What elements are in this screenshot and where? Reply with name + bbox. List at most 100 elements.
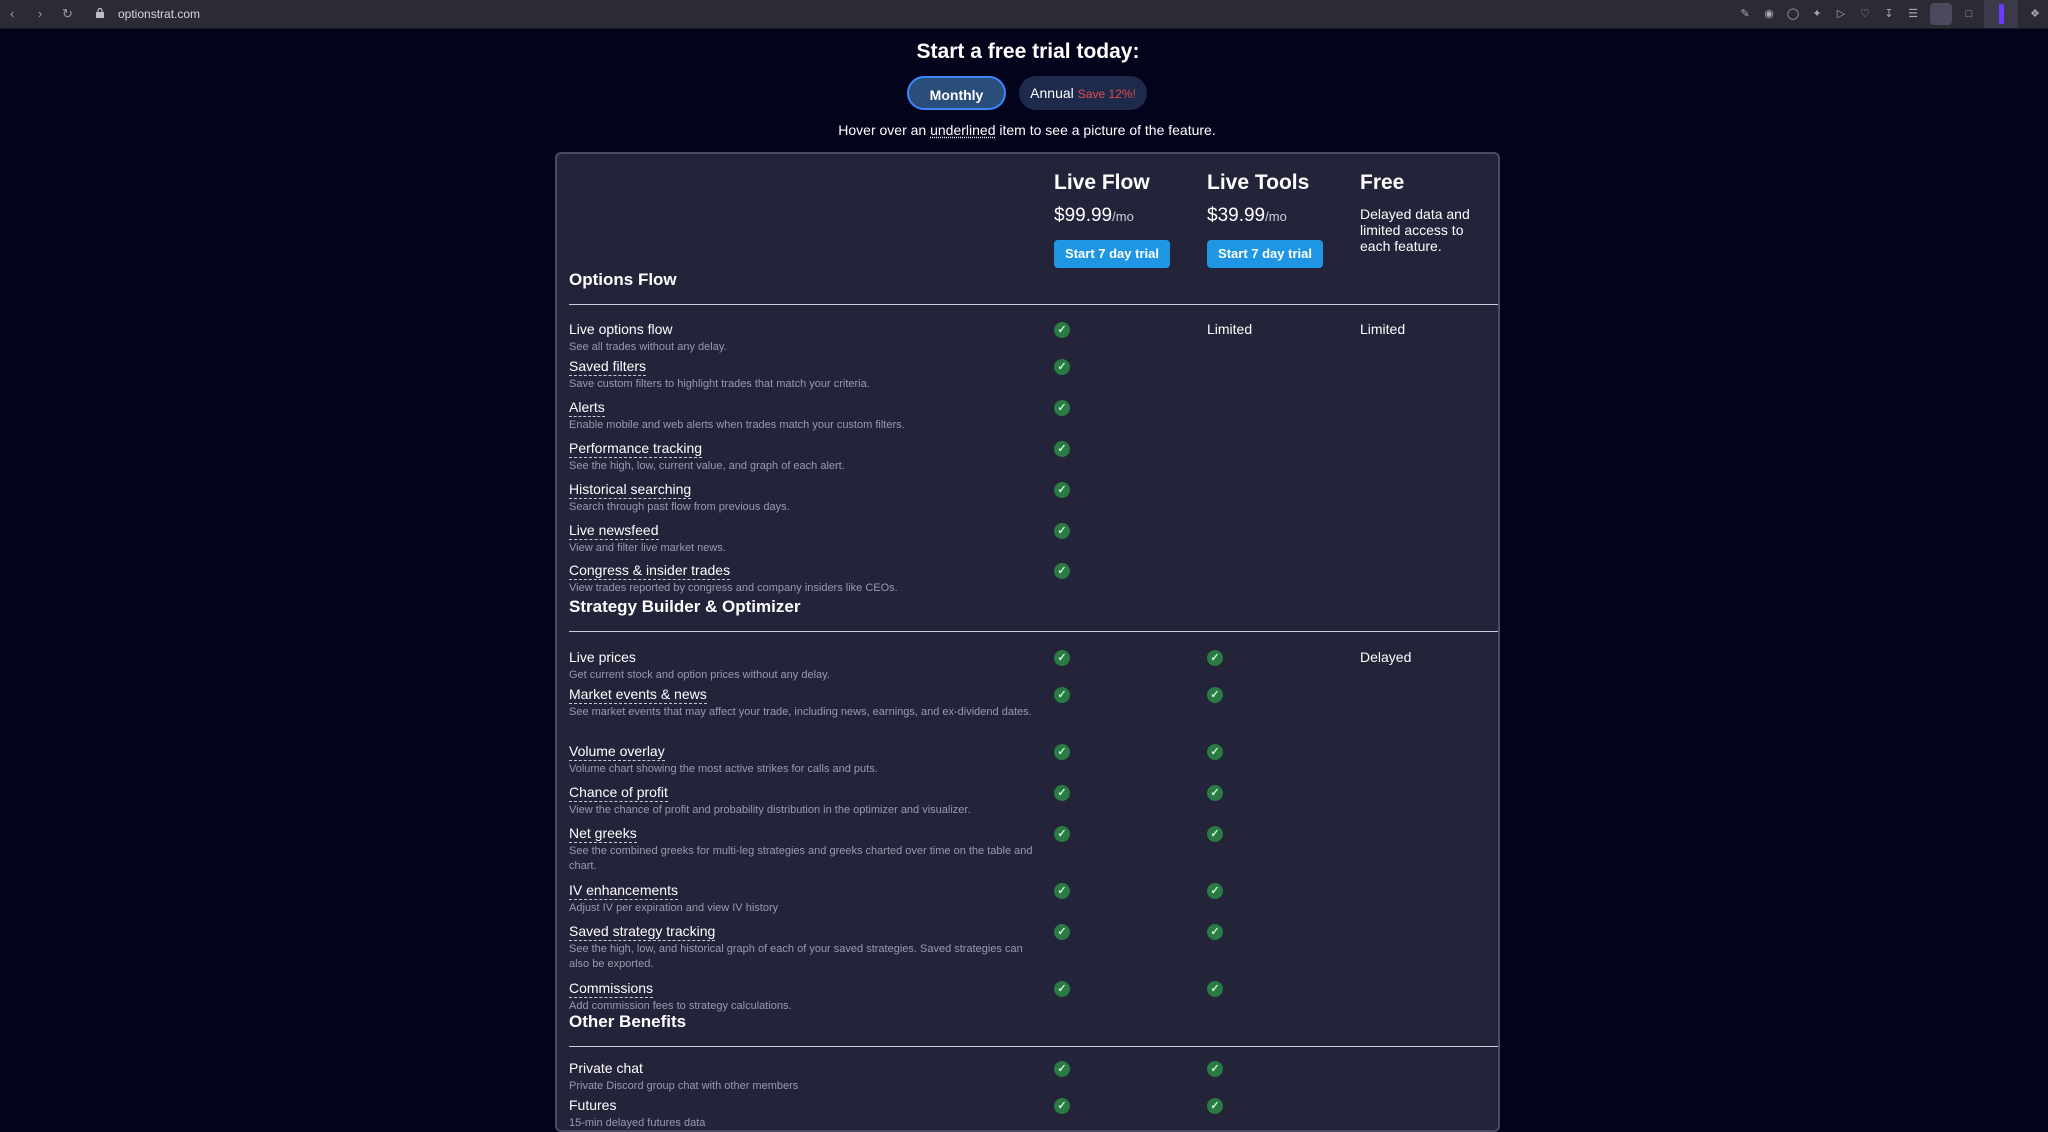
feature-description: See all trades without any delay. (569, 341, 727, 353)
feature-description: Get current stock and option prices with… (569, 669, 830, 681)
menu-icon[interactable]: ☰ (1906, 7, 1920, 21)
feature-description: View and filter live market news. (569, 542, 726, 554)
settings-icon[interactable]: ❖ (2028, 7, 2042, 21)
pricing-card: Live Flow $99.99/mo Start 7 day trial Li… (555, 152, 1500, 1132)
check-icon: ✓ (1054, 359, 1070, 375)
feature-description: Private Discord group chat with other me… (569, 1080, 799, 1092)
lock-icon (96, 8, 104, 18)
plan-price-amount: $39.99 (1207, 205, 1266, 226)
feature-name: Private chat (569, 1060, 643, 1076)
feature-row: Performance tracking See the high, low, c… (569, 439, 1039, 474)
feature-row: Live prices Get current stock and option … (569, 648, 1039, 683)
feature-name[interactable]: Congress & insider trades (569, 561, 731, 580)
feature-row: Saved strategy tracking See the high, low… (569, 922, 1039, 972)
plan-price-period: /mo (1112, 209, 1134, 224)
monthly-toggle[interactable]: Monthly (907, 76, 1006, 110)
shield-icon[interactable]: ◯ (1786, 7, 1800, 21)
plan-price: $99.99/mo (1054, 204, 1170, 229)
edit-icon[interactable]: ✎ (1738, 7, 1752, 21)
feature-row: Chance of profit View the chance of profi… (569, 783, 1039, 818)
section-divider (569, 1046, 1498, 1047)
sidebar-extension-icon[interactable] (1984, 0, 2018, 28)
plan-description: Delayed data and limited access to each … (1360, 206, 1470, 254)
check-icon: ✓ (1207, 883, 1223, 899)
feature-description: Enable mobile and web alerts when trades… (569, 419, 905, 431)
plan-name: Live Tools (1207, 171, 1310, 194)
download-icon[interactable]: ↧ (1882, 7, 1896, 21)
feature-row: Saved filters Save custom filters to high… (569, 357, 1039, 392)
feature-description: Save custom filters to highlight trades … (569, 378, 870, 390)
plan-cell-value: Delayed (1360, 649, 1412, 665)
feature-name[interactable]: Performance tracking (569, 439, 703, 458)
annual-toggle[interactable]: Annual Save 12%! (1019, 76, 1147, 110)
feature-row: Live newsfeed View and filter live market… (569, 521, 1039, 556)
feature-name[interactable]: Volume overlay (569, 742, 665, 761)
forward-icon[interactable]: › (38, 6, 42, 22)
hover-note: Hover over an underlined item to see a p… (0, 122, 2048, 138)
box-icon[interactable]: □ (1962, 7, 1976, 21)
check-icon: ✓ (1054, 744, 1070, 760)
feature-row: Live options flow See all trades without … (569, 320, 1039, 355)
feature-name[interactable]: Market events & news (569, 685, 707, 704)
check-icon: ✓ (1054, 785, 1070, 801)
feature-row: Net greeks See the combined greeks for mu… (569, 824, 1039, 874)
plan-cell-value: Limited (1207, 321, 1253, 337)
start-trial-button-live-tools[interactable]: Start 7 day trial (1207, 240, 1323, 268)
feature-description: Search through past flow from previous d… (569, 501, 790, 513)
start-trial-button-live-flow[interactable]: Start 7 day trial (1054, 240, 1170, 268)
feature-name: Live options flow (569, 321, 673, 337)
play-icon[interactable]: ▷ (1834, 7, 1848, 21)
feature-name[interactable]: IV enhancements (569, 881, 678, 900)
feature-description: See the combined greeks for multi-leg st… (569, 845, 1033, 872)
check-icon: ✓ (1054, 322, 1070, 338)
feature-row: Volume overlay Volume chart showing the m… (569, 742, 1039, 777)
check-icon: ✓ (1054, 981, 1070, 997)
check-icon: ✓ (1054, 687, 1070, 703)
check-icon: ✓ (1207, 981, 1223, 997)
feature-description: See the high, low, and historical graph … (569, 943, 1023, 970)
feature-row: Commissions Add commission fees to strate… (569, 979, 1039, 1014)
feature-description: See the high, low, current value, and gr… (569, 460, 845, 472)
check-icon: ✓ (1054, 523, 1070, 539)
camera-icon[interactable]: ◉ (1762, 7, 1776, 21)
address-bar[interactable]: optionstrat.com (118, 6, 200, 22)
feature-description: View the chance of profit and probabilit… (569, 804, 971, 816)
feature-name[interactable]: Chance of profit (569, 783, 668, 802)
hover-note-suffix: item to see a picture of the feature. (999, 122, 1216, 138)
feature-row: Alerts Enable mobile and web alerts when … (569, 398, 1039, 433)
check-icon: ✓ (1207, 924, 1223, 940)
profile-icon[interactable] (1930, 3, 1952, 25)
check-icon: ✓ (1207, 1098, 1223, 1114)
plan-live-flow: Live Flow $99.99/mo Start 7 day trial (1054, 168, 1170, 268)
feature-name[interactable]: Alerts (569, 398, 605, 417)
hover-note-underlined: underlined (930, 122, 996, 138)
check-icon: ✓ (1207, 785, 1223, 801)
feature-name[interactable]: Net greeks (569, 824, 637, 843)
feature-name[interactable]: Historical searching (569, 480, 692, 499)
extension-icon[interactable]: ✦ (1810, 7, 1824, 21)
check-icon: ✓ (1054, 563, 1070, 579)
section-divider (569, 304, 1498, 305)
annual-save-badge: Save 12%! (1077, 87, 1136, 101)
reload-icon[interactable]: ↻ (62, 6, 73, 22)
feature-row: Congress & insider trades View trades rep… (569, 561, 1039, 596)
section-title: Other Benefits (569, 1012, 687, 1031)
heart-icon[interactable]: ♡ (1858, 7, 1872, 21)
back-icon[interactable]: ‹ (10, 6, 14, 22)
feature-name[interactable]: Live newsfeed (569, 521, 659, 540)
feature-name[interactable]: Commissions (569, 979, 654, 998)
section-title: Options Flow (569, 270, 677, 289)
feature-description: 15-min delayed futures data (569, 1117, 706, 1129)
plan-price-period: /mo (1265, 209, 1287, 224)
feature-description: See market events that may affect your t… (569, 706, 1032, 718)
feature-description: View trades reported by congress and com… (569, 582, 898, 594)
feature-row: Historical searching Search through past … (569, 480, 1039, 515)
check-icon: ✓ (1207, 744, 1223, 760)
feature-name[interactable]: Saved filters (569, 357, 647, 376)
hover-note-prefix: Hover over an (838, 122, 927, 138)
feature-row: Futures 15-min delayed futures data (569, 1096, 1039, 1131)
check-icon: ✓ (1207, 1061, 1223, 1077)
check-icon: ✓ (1054, 826, 1070, 842)
check-icon: ✓ (1054, 441, 1070, 457)
feature-name[interactable]: Saved strategy tracking (569, 922, 716, 941)
